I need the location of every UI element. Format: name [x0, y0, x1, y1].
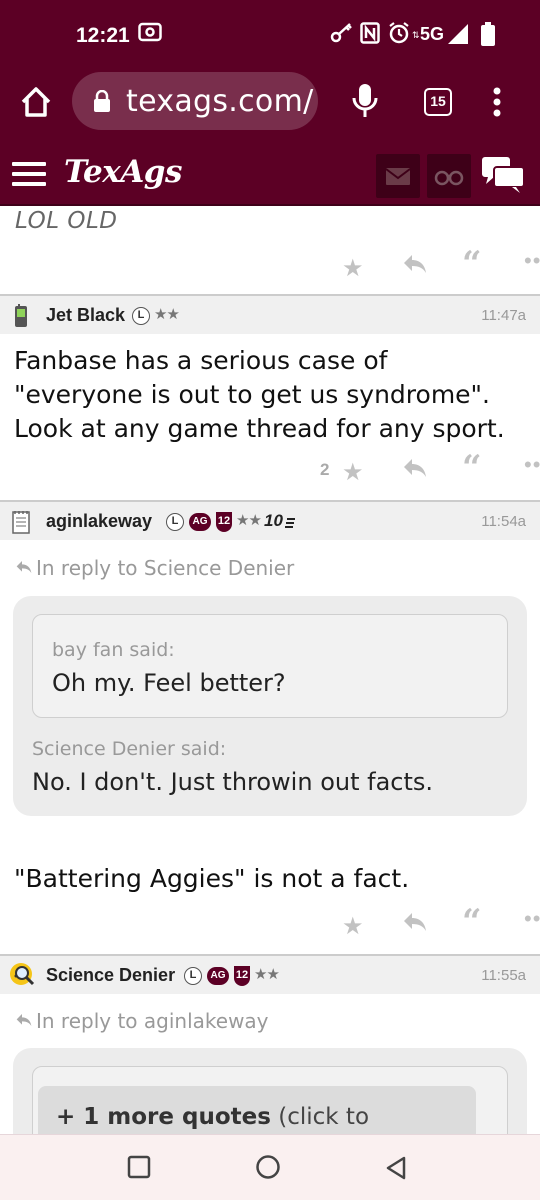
reply-to-link[interactable]: In reply to Science Denier: [14, 556, 294, 580]
star-icon[interactable]: ★: [342, 912, 364, 941]
lines-icon: [285, 516, 295, 534]
reply-arrow-icon: [14, 1009, 36, 1033]
post-time: 11:54a: [481, 513, 526, 530]
site-logo[interactable]: TexAgs: [64, 154, 182, 190]
cast-icon: [138, 22, 162, 49]
badge-l: L: [166, 513, 184, 531]
browser-toolbar: texags.com/ 15: [0, 72, 540, 140]
back-icon: [386, 1156, 406, 1180]
site-header: TexAgs: [0, 140, 540, 206]
status-bar: 12:21 ⇅ 5G: [0, 0, 540, 72]
previous-post-text: LOL OLD: [15, 208, 118, 234]
hamburger-menu-button[interactable]: [12, 162, 46, 186]
recents-button[interactable]: [127, 1155, 151, 1184]
post-body: "Battering Aggies" is not a fact.: [14, 864, 410, 893]
star-icon[interactable]: ★: [342, 254, 364, 283]
more-quotes-count: + 1 more quotes: [56, 1104, 271, 1130]
avatar-phone-icon: [12, 304, 30, 333]
username[interactable]: Science Denier: [46, 965, 175, 986]
avatar-notepad-icon: [12, 510, 30, 539]
star-icon[interactable]: ★: [342, 458, 364, 487]
network-type: 5G: [420, 24, 445, 44]
more-vert-icon: [493, 87, 501, 117]
badge-12th-man: 12: [234, 966, 250, 986]
alarm-icon: [388, 22, 410, 49]
post-actions: ★ “ •••: [240, 902, 540, 944]
microphone-icon: [352, 84, 378, 117]
more-horiz-icon[interactable]: •••: [524, 248, 540, 274]
home-nav-button[interactable]: [255, 1154, 281, 1185]
reply-arrow-icon: [14, 556, 36, 580]
nfc-icon: [360, 22, 380, 49]
lock-icon: [92, 89, 112, 117]
mail-icon: [385, 168, 411, 185]
post-actions: 2 ★ “ •••: [240, 448, 540, 490]
key-icon: [330, 22, 354, 49]
tab-switcher-button[interactable]: 15: [424, 88, 452, 116]
signal-icon: [447, 24, 469, 49]
reply-icon[interactable]: [402, 910, 428, 941]
username[interactable]: aginlakeway: [46, 511, 152, 532]
more-quotes-button[interactable]: + 1 more quotes (click to: [38, 1086, 476, 1134]
reply-to-text: In reply to Science Denier: [36, 556, 295, 580]
badge-12th-man: 12: [216, 512, 232, 532]
avatar-magnifier-icon: [8, 961, 38, 994]
android-nav-bar: [0, 1134, 540, 1200]
post-time: 11:47a: [481, 307, 526, 324]
rank-stars: ★★: [254, 966, 280, 983]
quote-icon[interactable]: “: [462, 244, 482, 284]
ten-badge: 10: [264, 511, 283, 530]
rank-stars: ★★: [154, 306, 180, 323]
mic-button[interactable]: [350, 82, 380, 125]
home-icon: [21, 87, 51, 117]
badge-ag: AG: [207, 967, 229, 985]
badge-l: L: [132, 307, 150, 325]
badge-ag: AG: [189, 513, 211, 531]
data-arrows-icon: ⇅: [412, 30, 420, 40]
home-button[interactable]: [18, 84, 54, 120]
quote-block: bay fan said: Oh my. Feel better? Scienc…: [13, 596, 527, 816]
username[interactable]: Jet Black: [46, 305, 125, 326]
more-horiz-icon[interactable]: •••: [524, 906, 540, 932]
chat-bubbles-icon: [482, 157, 525, 193]
overflow-menu-button[interactable]: [490, 86, 504, 123]
url-text: texags.com/: [126, 84, 314, 119]
recents-icon: [127, 1155, 151, 1179]
back-button[interactable]: [384, 1155, 408, 1186]
reply-icon[interactable]: [402, 456, 428, 487]
quote-attribution: bay fan said:: [52, 639, 175, 661]
chat-button[interactable]: [480, 154, 526, 199]
post-actions: ★ “ •••: [240, 244, 540, 286]
messages-button[interactable]: [376, 154, 420, 198]
more-quotes-hint: (click to: [270, 1104, 370, 1130]
quote-icon[interactable]: “: [462, 902, 482, 942]
reply-icon[interactable]: [402, 252, 428, 283]
star-count: 2: [320, 460, 330, 479]
thread-content: LOL OLD ★ “ ••• Jet Black L ★★ 11:47a Fa…: [0, 206, 540, 1134]
home-circle-icon: [256, 1155, 280, 1179]
post-header: aginlakeway L AG 12 ★★ 10 11:54a: [0, 500, 540, 540]
post-header: Jet Black L ★★ 11:47a: [0, 294, 540, 334]
quote-text: No. I don't. Just throwin out facts.: [32, 768, 434, 796]
post-body: Fanbase has a serious case of "everyone …: [14, 346, 505, 443]
url-field[interactable]: texags.com/: [72, 72, 318, 130]
reply-to-link[interactable]: In reply to aginlakeway: [14, 1009, 269, 1033]
battery-icon: [481, 22, 495, 51]
post-header: Science Denier L AG 12 ★★ 11:55a: [0, 954, 540, 994]
quote-text: Oh my. Feel better?: [52, 669, 286, 697]
status-time: 12:21: [76, 24, 130, 47]
badge-l: L: [184, 967, 202, 985]
rank-stars: ★★: [236, 512, 262, 529]
post-time: 11:55a: [481, 967, 526, 984]
binoculars-icon: [434, 170, 464, 186]
reply-to-text: In reply to aginlakeway: [36, 1009, 269, 1033]
quote-icon[interactable]: “: [462, 448, 482, 488]
quote-attribution: Science Denier said:: [32, 738, 227, 760]
watched-threads-button[interactable]: [427, 154, 471, 198]
more-horiz-icon[interactable]: •••: [524, 452, 540, 478]
nested-quote: bay fan said: Oh my. Feel better?: [32, 614, 508, 718]
